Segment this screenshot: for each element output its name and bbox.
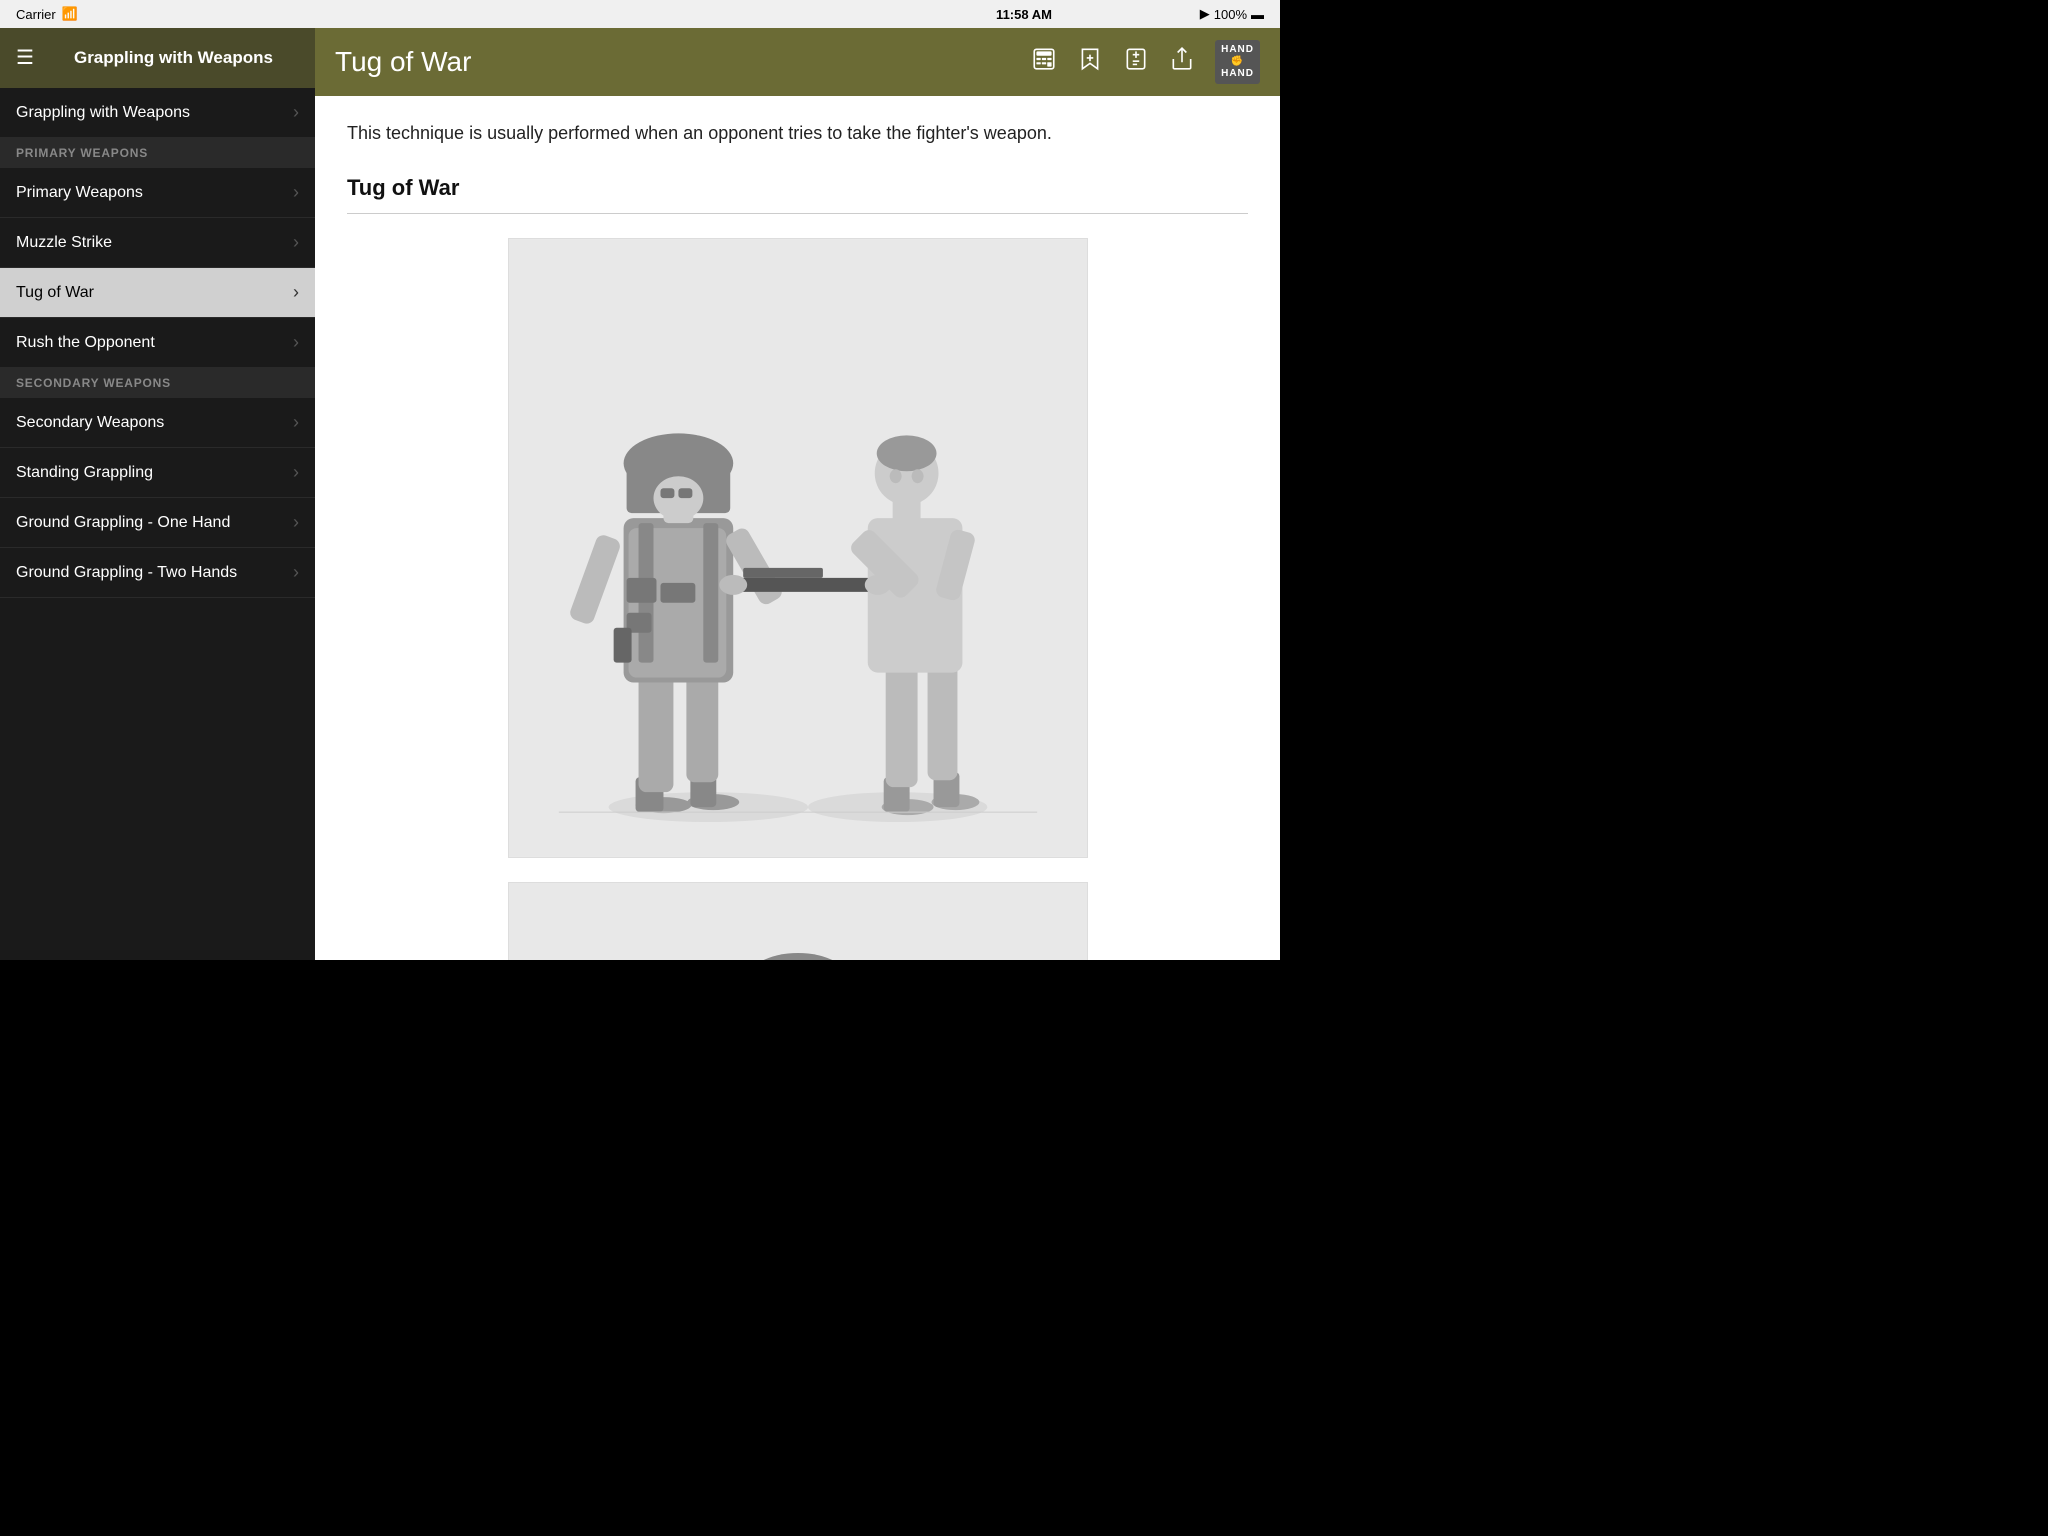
sidebar-item-label: Tug of War [16, 284, 94, 302]
sidebar-item-label: Grappling with Weapons [16, 104, 190, 122]
sidebar-item-tug-of-war[interactable]: Tug of War › [0, 268, 315, 318]
chevron-right-icon: › [293, 332, 299, 353]
sidebar-item-secondary-weapons[interactable]: Secondary Weapons › [0, 398, 315, 448]
section-header-primary-weapons: PRIMARY WEAPONS [0, 138, 315, 168]
battery-label: 100% [1214, 7, 1247, 22]
second-illustration-container [347, 882, 1248, 960]
section-divider [347, 213, 1248, 214]
content-header-title: Tug of War [335, 46, 471, 78]
sidebar-item-label: Primary Weapons [16, 184, 143, 202]
chevron-right-icon: › [293, 182, 299, 203]
hamburger-icon[interactable]: ☰ [16, 48, 34, 68]
sidebar-item-standing-grappling[interactable]: Standing Grappling › [0, 448, 315, 498]
chevron-right-icon: › [293, 562, 299, 583]
content-body: This technique is usually performed when… [315, 96, 1280, 960]
carrier-label: Carrier [16, 7, 56, 22]
chevron-right-icon: › [293, 282, 299, 303]
sidebar-title: Grappling with Weapons [48, 48, 299, 68]
chevron-right-icon: › [293, 512, 299, 533]
tug-of-war-second-illustration [508, 882, 1088, 960]
logo-line1: HAND [1221, 44, 1254, 56]
chevron-right-icon: › [293, 412, 299, 433]
chevron-right-icon: › [293, 232, 299, 253]
share-icon[interactable] [1169, 46, 1195, 79]
sidebar-item-label: Secondary Weapons [16, 414, 164, 432]
logo-line3: HAND [1221, 68, 1254, 80]
chevron-right-icon: › [293, 462, 299, 483]
tug-of-war-illustration [508, 238, 1088, 858]
section-header-secondary-weapons: SECONDARY WEAPONS [0, 368, 315, 398]
calculator-icon[interactable] [1031, 46, 1057, 79]
sidebar-item-rush-the-opponent[interactable]: Rush the Opponent › [0, 318, 315, 368]
section-title: Tug of War [347, 175, 1248, 201]
sidebar-item-muzzle-strike[interactable]: Muzzle Strike › [0, 218, 315, 268]
main-content: Tug of War [315, 28, 1280, 960]
signal-icon: ▶ [1200, 6, 1210, 22]
sidebar-item-label: Muzzle Strike [16, 234, 112, 252]
battery-icon: ▬ [1251, 7, 1264, 22]
header-actions: HAND ✊ HAND [1031, 40, 1260, 84]
content-header: Tug of War [315, 28, 1280, 96]
sidebar-item-label: Rush the Opponent [16, 334, 155, 352]
wifi-icon: 📶 [62, 6, 78, 22]
main-illustration-container [347, 238, 1248, 858]
bookmark-add-icon[interactable] [1077, 46, 1103, 79]
note-add-icon[interactable] [1123, 46, 1149, 79]
sidebar-header: ☰ Grappling with Weapons [0, 28, 315, 88]
sidebar-item-label: Ground Grappling - One Hand [16, 514, 230, 532]
chevron-right-icon: › [293, 102, 299, 123]
sidebar-item-label: Standing Grappling [16, 464, 153, 482]
time-label: 11:58 AM [996, 7, 1052, 22]
status-bar: Carrier 📶 11:58 AM ▶ 100% ▬ [0, 0, 1280, 28]
logo-fist-icon: ✊ [1221, 56, 1254, 68]
sidebar-item-ground-grappling-two-hands[interactable]: Ground Grappling - Two Hands › [0, 548, 315, 598]
logo-badge: HAND ✊ HAND [1215, 40, 1260, 84]
app-container: ☰ Grappling with Weapons Grappling with … [0, 28, 1280, 960]
sidebar-item-primary-weapons[interactable]: Primary Weapons › [0, 168, 315, 218]
intro-text: This technique is usually performed when… [347, 120, 1248, 147]
status-right: ▶ 100% ▬ [1200, 6, 1264, 22]
sidebar-item-grappling-with-weapons[interactable]: Grappling with Weapons › [0, 88, 315, 138]
sidebar: ☰ Grappling with Weapons Grappling with … [0, 28, 315, 960]
sidebar-item-ground-grappling-one-hand[interactable]: Ground Grappling - One Hand › [0, 498, 315, 548]
status-left: Carrier 📶 [16, 6, 78, 22]
sidebar-item-label: Ground Grappling - Two Hands [16, 564, 237, 582]
